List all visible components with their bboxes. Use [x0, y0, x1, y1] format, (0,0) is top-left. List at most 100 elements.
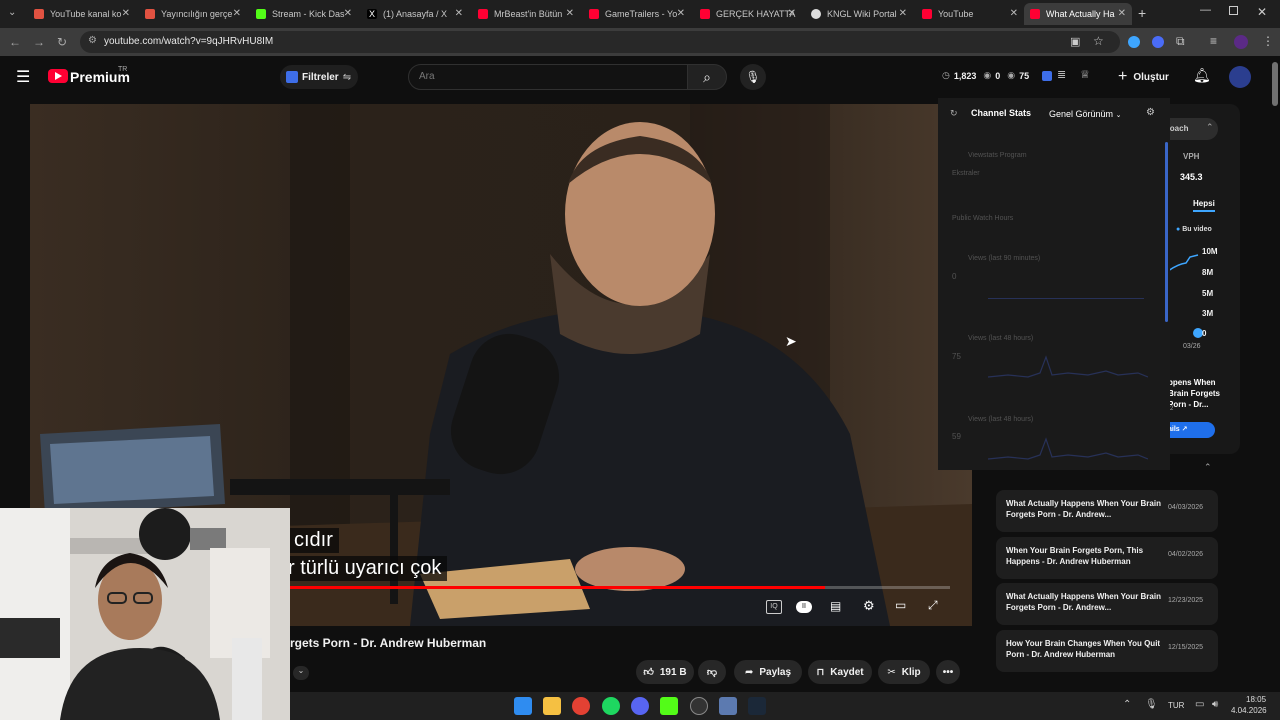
- search-input[interactable]: Ara: [408, 64, 688, 90]
- filter-tab-all[interactable]: Hepsi: [1193, 199, 1215, 212]
- close-tab-icon[interactable]: ✕: [455, 8, 463, 19]
- chevron-down-icon[interactable]: ⌄: [293, 666, 309, 680]
- extension-icon[interactable]: [1042, 71, 1052, 81]
- minimize-icon[interactable]: —: [1200, 4, 1211, 16]
- browser-tab-active[interactable]: What Actually Ha ✕: [1024, 3, 1132, 25]
- close-tab-icon[interactable]: ✕: [122, 8, 130, 19]
- refresh-icon[interactable]: ↻: [950, 108, 958, 119]
- account-avatar[interactable]: [1229, 66, 1251, 88]
- tab-search-icon[interactable]: ⌄: [8, 7, 16, 18]
- list-icon[interactable]: ≣: [1057, 68, 1066, 81]
- extension-icon[interactable]: [1152, 36, 1164, 48]
- close-tab-icon[interactable]: ✕: [788, 8, 796, 19]
- close-window-icon[interactable]: ✕: [1257, 5, 1267, 19]
- clock-time[interactable]: 18:05: [1246, 695, 1266, 704]
- chevron-up-icon[interactable]: ⌃: [1204, 462, 1212, 473]
- clock-date[interactable]: 4.04.2026: [1231, 706, 1267, 715]
- mouse-cursor-icon: ➤: [785, 333, 797, 349]
- chevron-up-icon[interactable]: ⌃: [1206, 122, 1214, 133]
- menu-dots-icon[interactable]: ⋮: [1262, 34, 1274, 48]
- youtube-logo-icon[interactable]: [48, 69, 68, 83]
- search-placeholder: Ara: [419, 71, 435, 82]
- close-tab-icon[interactable]: ✕: [566, 8, 574, 19]
- settings-gear-icon[interactable]: ⚙: [1146, 107, 1155, 118]
- clip-button[interactable]: ✂ Klip: [878, 660, 930, 684]
- save-button[interactable]: ⊓ Kaydet: [808, 660, 872, 684]
- close-tab-icon[interactable]: ✕: [899, 8, 907, 19]
- scissors-icon: ✂: [887, 666, 896, 678]
- filters-button[interactable]: Filtreler ⇋: [280, 65, 358, 89]
- trophy-icon[interactable]: ♕: [1080, 68, 1090, 81]
- browser-tab[interactable]: GameTrailers - Yo ✕: [583, 3, 691, 25]
- page-scrollbar[interactable]: [1272, 62, 1278, 106]
- browser-tab[interactable]: MrBeast'in Bütün ✕: [472, 3, 580, 25]
- reload-icon[interactable]: ↻: [57, 35, 67, 49]
- browser-tab[interactable]: YouTube kanal ko ✕: [28, 3, 136, 25]
- chrome-icon[interactable]: [572, 697, 590, 715]
- microphone-icon[interactable]: 🎙: [1145, 699, 1158, 710]
- browser-tab[interactable]: GERÇEK HAYATTA ✕: [694, 3, 802, 25]
- tab-favicon-icon: [34, 9, 44, 19]
- theater-mode-icon[interactable]: ▭: [895, 598, 906, 612]
- new-tab-icon[interactable]: +: [1138, 5, 1146, 21]
- network-icon[interactable]: ▭: [1195, 699, 1204, 710]
- recommendation-item[interactable]: What Actually Happens When Your Brain Fo…: [996, 583, 1218, 625]
- reading-list-icon[interactable]: ≡: [1210, 34, 1217, 48]
- spotify-icon[interactable]: [602, 697, 620, 715]
- site-info-icon[interactable]: ⚙: [88, 35, 97, 46]
- forward-icon[interactable]: →: [33, 35, 45, 49]
- subtitles-icon[interactable]: ▤: [830, 599, 841, 613]
- back-icon[interactable]: ←: [9, 35, 21, 49]
- dislike-button[interactable]: 👎︎: [698, 660, 726, 684]
- like-button[interactable]: 👍︎ 191 B: [636, 660, 694, 684]
- close-tab-icon[interactable]: ✕: [233, 8, 241, 19]
- close-tab-icon[interactable]: ✕: [1010, 8, 1018, 19]
- progress-bar[interactable]: [290, 586, 950, 589]
- close-tab-icon[interactable]: ✕: [344, 8, 352, 19]
- fullscreen-icon[interactable]: ⤢: [928, 598, 938, 613]
- recommendation-item[interactable]: What Actually Happens When Your Brain Fo…: [996, 490, 1218, 532]
- sliders-icon: ⇋: [342, 71, 352, 83]
- browser-tab[interactable]: Stream - Kick Das ✕: [250, 3, 358, 25]
- kick-icon[interactable]: [660, 697, 678, 715]
- notifications-bell-icon[interactable]: 🔔︎: [1193, 67, 1211, 84]
- close-tab-icon[interactable]: ✕: [677, 8, 685, 19]
- tray-chevron-up-icon[interactable]: ⌃: [1123, 699, 1131, 710]
- steam-icon[interactable]: [748, 697, 766, 715]
- settings-gear-icon[interactable]: ⚙: [863, 598, 875, 614]
- address-bar[interactable]: ⚙ youtube.com/watch?v=9qJHRvHU8IM ▣ ☆: [80, 31, 1120, 53]
- file-explorer-icon[interactable]: [543, 697, 561, 715]
- browser-tab[interactable]: X (1) Anasayfa / X ✕: [361, 3, 469, 25]
- settings-app-icon[interactable]: [719, 697, 737, 715]
- voice-search-button[interactable]: 🎙: [740, 64, 766, 90]
- more-actions-button[interactable]: •••: [936, 660, 960, 684]
- more-dots-icon: •••: [942, 666, 954, 678]
- iq-icon[interactable]: IQ: [766, 600, 782, 614]
- create-button[interactable]: + Oluştur: [1118, 65, 1169, 89]
- close-tab-icon[interactable]: ✕: [1118, 8, 1126, 19]
- search-button[interactable]: ⌕: [687, 64, 727, 90]
- autoplay-toggle-icon[interactable]: II: [796, 601, 812, 613]
- maximize-icon[interactable]: [1229, 6, 1238, 15]
- volume-icon[interactable]: 🔊︎: [1212, 699, 1218, 710]
- share-button[interactable]: ➦ Paylaş: [734, 660, 802, 684]
- recommendation-item[interactable]: How Your Brain Changes When You Quit Por…: [996, 630, 1218, 672]
- obs-icon[interactable]: [690, 697, 708, 715]
- install-app-icon[interactable]: ▣: [1070, 35, 1080, 48]
- view-selector[interactable]: Genel Görünüm ⌄: [1049, 109, 1121, 119]
- extensions-puzzle-icon[interactable]: ⧉: [1176, 34, 1185, 49]
- browser-tab[interactable]: YouTube ✕: [916, 3, 1024, 25]
- recommendation-item[interactable]: When Your Brain Forgets Porn, This Happe…: [996, 537, 1218, 579]
- extension-icon[interactable]: [1128, 36, 1140, 48]
- discord-icon[interactable]: [631, 697, 649, 715]
- plus-icon: +: [1118, 68, 1128, 85]
- sidebar-card-title[interactable]: ppens When Brain Forgets Porn - Dr...: [1168, 377, 1228, 410]
- input-language[interactable]: TUR: [1168, 701, 1184, 710]
- browser-tab[interactable]: Yayıncılığın gerçe ✕: [139, 3, 247, 25]
- browser-tab[interactable]: KNGL Wiki Portal ✕: [805, 3, 913, 25]
- profile-avatar[interactable]: [1234, 35, 1248, 49]
- hamburger-menu-icon[interactable]: ☰: [16, 67, 30, 87]
- bookmark-star-icon[interactable]: ☆: [1093, 34, 1104, 48]
- panel-scrollbar[interactable]: [1165, 142, 1168, 322]
- windows-start-icon[interactable]: [514, 697, 532, 715]
